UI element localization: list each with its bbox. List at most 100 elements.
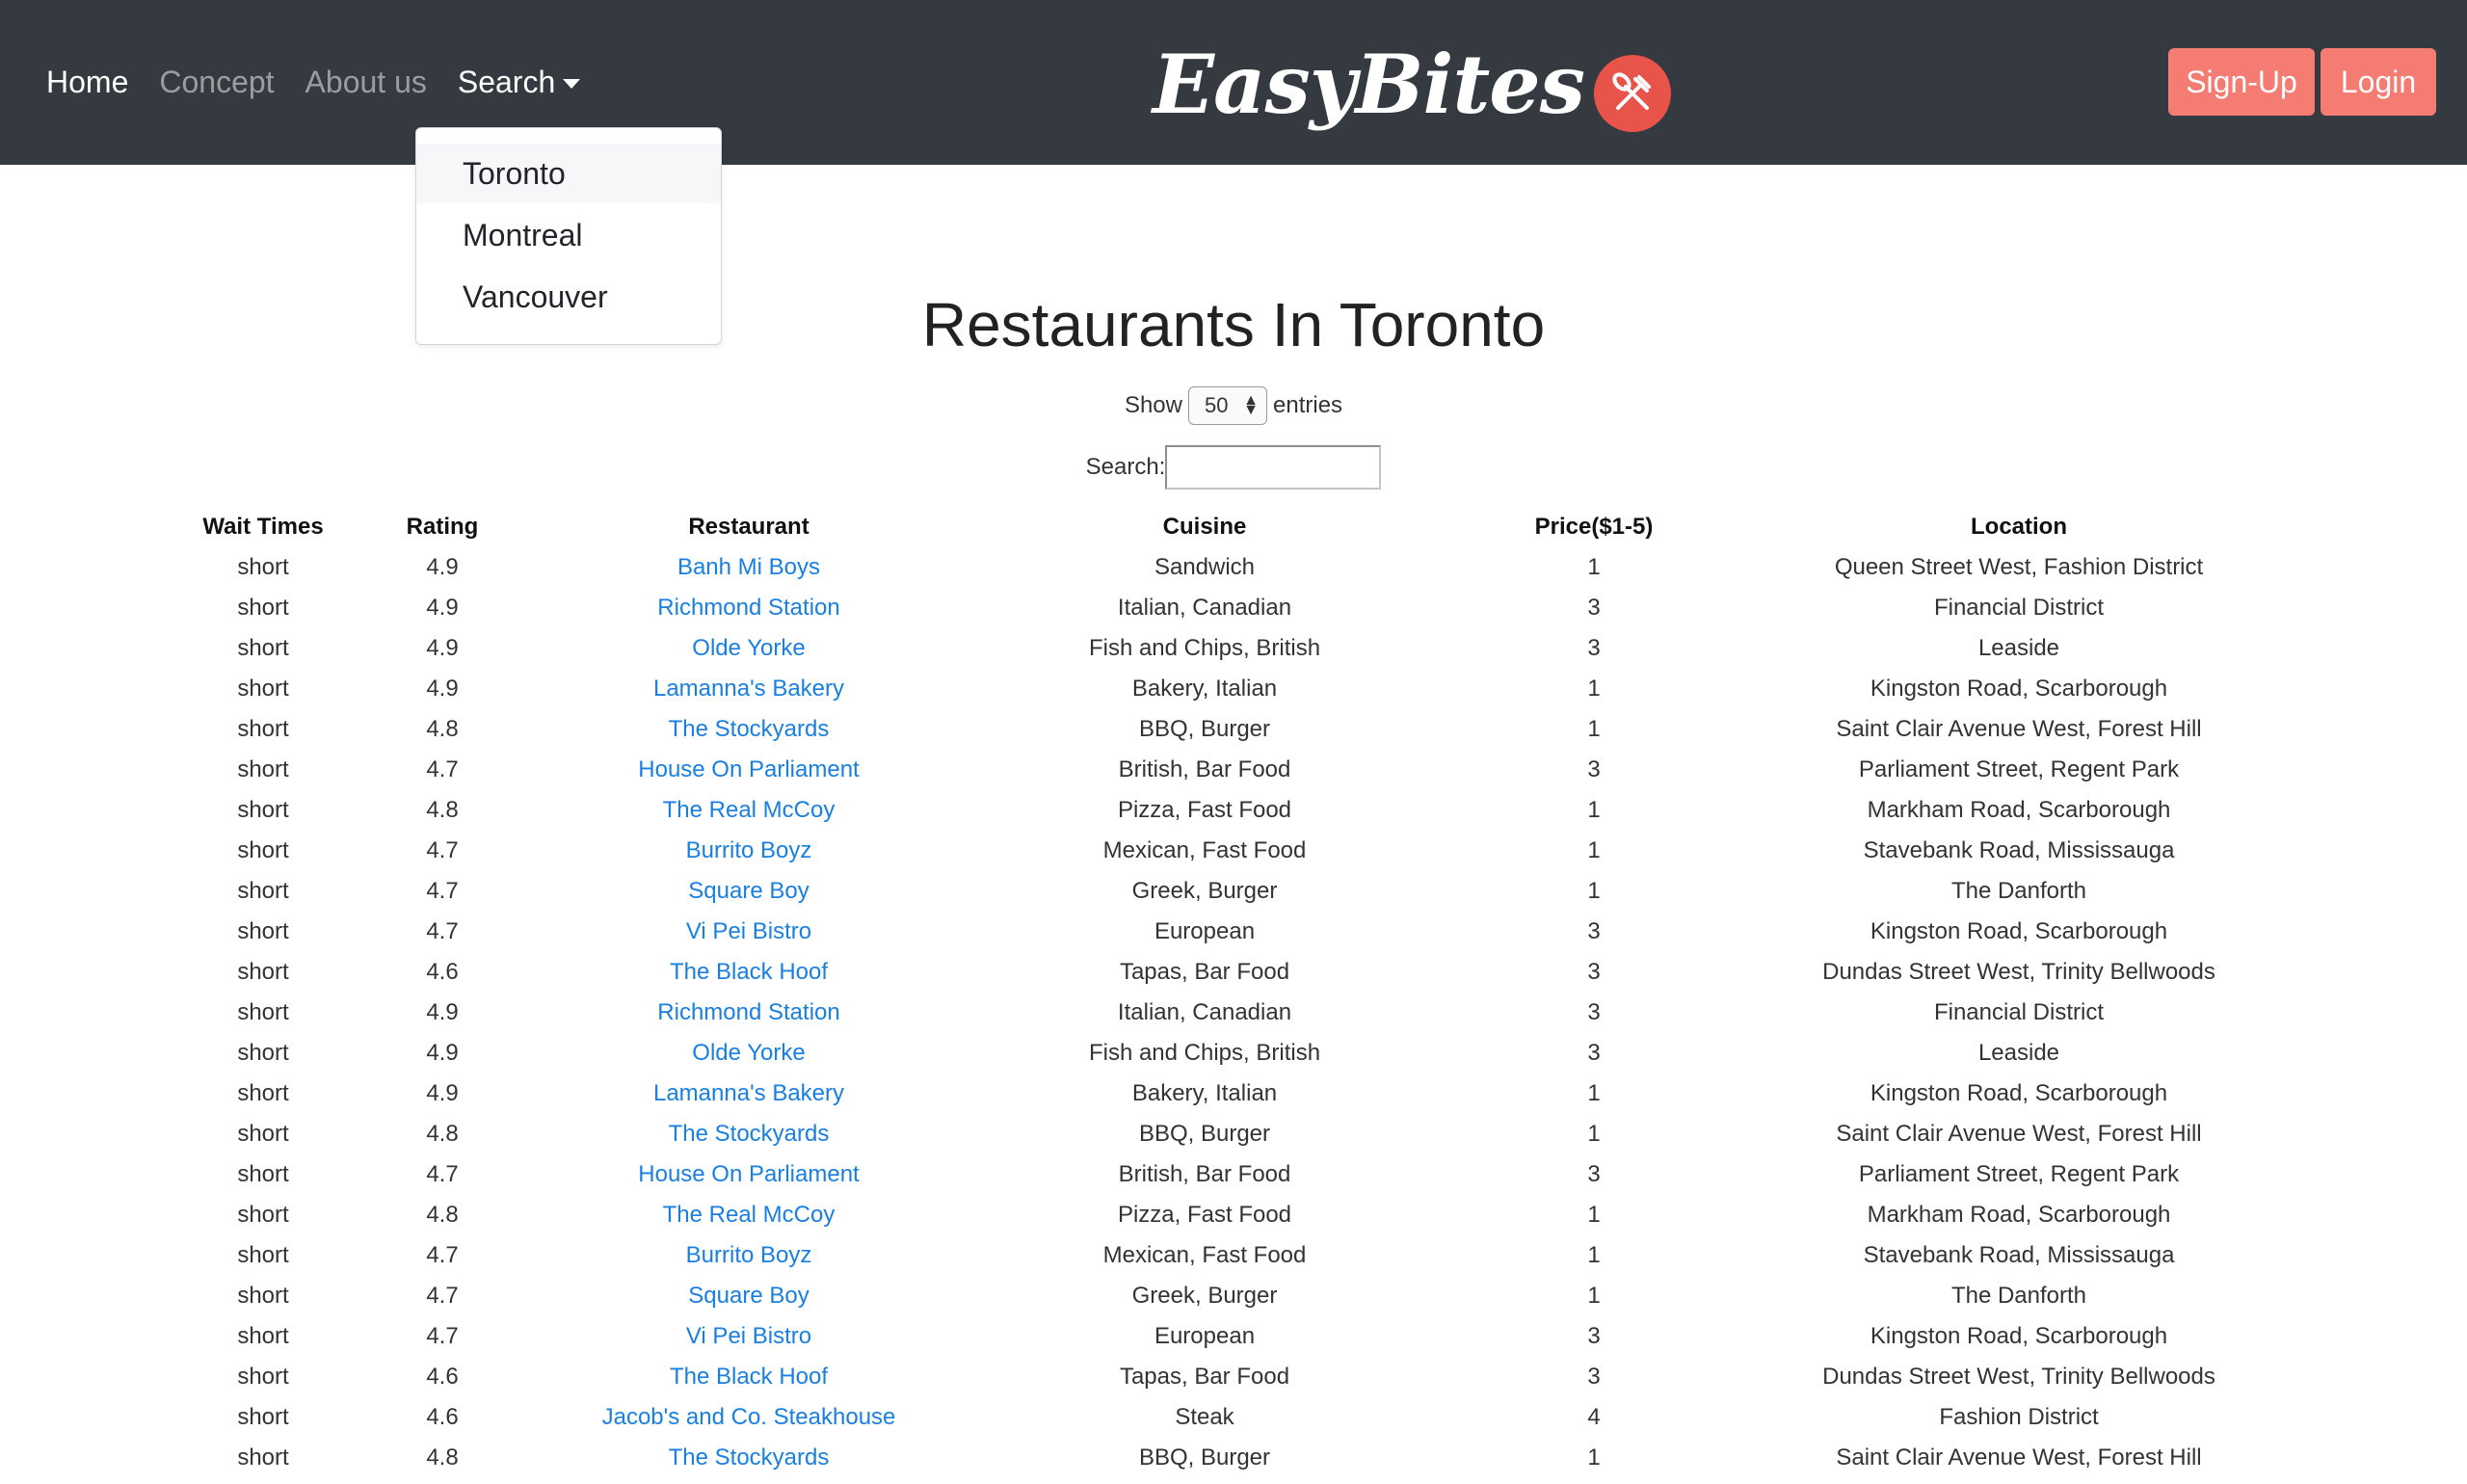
- cell-restaurant-link[interactable]: Vi Pei Bistro: [532, 912, 966, 952]
- cell-location: Leaside: [1977, 1040, 2060, 1066]
- cell-location: Kingston Road, Scarborough: [1870, 1080, 2168, 1106]
- cell-restaurant-link[interactable]: Burrito Boyz: [532, 831, 966, 871]
- nav-about-link[interactable]: About us: [305, 65, 427, 100]
- search-input[interactable]: [1165, 445, 1382, 490]
- nav-concept-link[interactable]: Concept: [159, 65, 274, 100]
- cell-restaurant-link[interactable]: Jacob's and Co. Steakhouse: [532, 1397, 966, 1438]
- cell-price: 3: [1587, 999, 1601, 1025]
- cell-cuisine: Greek, Burger: [1131, 878, 1278, 904]
- cell-rating: 4.6: [426, 1404, 459, 1430]
- entries-label: entries: [1273, 392, 1343, 418]
- table-row: short 4.6 The Black Hoof Tapas, Bar Food 3 Du…: [173, 1357, 2294, 1397]
- cell-wait-time: short: [237, 1404, 289, 1430]
- cell-cuisine: Fish and Chips, British: [1088, 1040, 1321, 1066]
- cell-rating: 4.6: [426, 1364, 459, 1390]
- fork-knife-icon: [1594, 55, 1671, 132]
- cell-price: 1: [1587, 1121, 1601, 1147]
- table-row: short 4.7 Square Boy Greek, Burger 1 The Danf…: [173, 1276, 2294, 1316]
- cell-restaurant-link[interactable]: The Black Hoof: [532, 952, 966, 993]
- cell-cuisine: BBQ, Burger: [1138, 1444, 1271, 1471]
- cell-price: 4: [1587, 1404, 1601, 1430]
- cell-restaurant-link[interactable]: The Stockyards: [532, 709, 966, 750]
- cell-restaurant-link[interactable]: The Real McCoy: [532, 790, 966, 831]
- cell-restaurant-link[interactable]: Square Boy: [532, 1276, 966, 1316]
- cell-location: Leaside: [1977, 635, 2060, 661]
- cell-restaurant-link[interactable]: The Stockyards: [532, 1114, 966, 1154]
- cell-wait-time: short: [237, 756, 289, 782]
- cell-restaurant-link[interactable]: The Real McCoy: [532, 1195, 966, 1235]
- cell-location: The Danforth: [1950, 1283, 2087, 1309]
- cell-location: Stavebank Road, Mississauga: [1863, 837, 2175, 863]
- cell-restaurant-link[interactable]: The Black Hoof: [532, 1357, 966, 1397]
- header-wait-times[interactable]: Wait Times: [173, 507, 353, 547]
- navbar: Home Concept About us Search EasyBites S…: [0, 0, 2467, 165]
- header-price[interactable]: Price($1-5): [1444, 507, 1744, 547]
- cell-cuisine: BBQ, Burger: [1138, 1121, 1271, 1147]
- cell-restaurant-link[interactable]: Lamanna's Bakery: [532, 669, 966, 709]
- cell-cuisine: Mexican, Fast Food: [1102, 1242, 1307, 1268]
- cell-price: 1: [1587, 878, 1601, 904]
- header-restaurant[interactable]: Restaurant: [532, 507, 966, 547]
- table-row: short 4.9 Olde Yorke Fish and Chips, Britis…: [173, 628, 2294, 669]
- cell-rating: 4.8: [426, 1202, 459, 1228]
- cell-rating: 4.9: [426, 1040, 459, 1066]
- cell-restaurant-link[interactable]: House On Parliament: [532, 750, 966, 790]
- cell-price: 1: [1587, 837, 1601, 863]
- cell-wait-time: short: [237, 878, 289, 904]
- table-row: short 4.9 Richmond Station Italian, Canadia…: [173, 993, 2294, 1033]
- cell-location: Markham Road, Scarborough: [1867, 1202, 2171, 1228]
- brand-logo-link[interactable]: EasyBites: [1153, 27, 1671, 143]
- table-row: short 4.8 The Stockyards BBQ, Burger 1 Saint …: [173, 709, 2294, 750]
- cell-restaurant-link[interactable]: The Stockyards: [532, 1438, 966, 1478]
- cell-wait-time: short: [237, 1121, 289, 1147]
- cell-restaurant-link[interactable]: Richmond Station: [532, 993, 966, 1033]
- table-row: short 4.7 Burrito Boyz Mexican, Fast Food 1 S…: [173, 831, 2294, 871]
- cell-wait-time: short: [237, 837, 289, 863]
- entries-select[interactable]: 50 ▲ ▼: [1188, 386, 1267, 425]
- header-location[interactable]: Location: [1744, 507, 2294, 547]
- cell-rating: 4.9: [426, 676, 459, 702]
- cell-location: Kingston Road, Scarborough: [1870, 1323, 2168, 1349]
- table-row: short 4.6 Jacob's and Co. Steakhouse Steak 4…: [173, 1397, 2294, 1438]
- cell-cuisine: Bakery, Italian: [1131, 1080, 1278, 1106]
- cell-restaurant-link[interactable]: Olde Yorke: [532, 628, 966, 669]
- cell-restaurant-link[interactable]: Burrito Boyz: [532, 1235, 966, 1276]
- cell-location: Dundas Street West, Trinity Bellwoods: [1822, 959, 2215, 985]
- dropdown-item-montreal[interactable]: Montreal: [416, 205, 721, 265]
- cell-location: Parliament Street, Regent Park: [1858, 756, 2180, 782]
- cell-price: 1: [1587, 716, 1601, 742]
- cell-restaurant-link[interactable]: Square Boy: [532, 871, 966, 912]
- cell-cuisine: Bakery, Italian: [1131, 676, 1278, 702]
- signup-button[interactable]: Sign-Up: [2168, 48, 2315, 116]
- cell-rating: 4.8: [426, 1444, 459, 1471]
- table-row: short 4.8 The Stockyards BBQ, Burger 1 Saint …: [173, 1114, 2294, 1154]
- cell-location: Kingston Road, Scarborough: [1870, 918, 2168, 944]
- cell-cuisine: Italian, Canadian: [1117, 999, 1292, 1025]
- cell-wait-time: short: [237, 918, 289, 944]
- cell-restaurant-link[interactable]: Olde Yorke: [532, 1033, 966, 1073]
- cell-restaurant-link[interactable]: House On Parliament: [532, 1154, 966, 1195]
- table-row: short 4.7 Square Boy Greek, Burger 1 The Danf…: [173, 871, 2294, 912]
- cell-restaurant-link[interactable]: Richmond Station: [532, 588, 966, 628]
- dropdown-item-toronto[interactable]: Toronto: [416, 144, 721, 203]
- cell-cuisine: British, Bar Food: [1118, 1161, 1291, 1187]
- cell-wait-time: short: [237, 1323, 289, 1349]
- cell-rating: 4.7: [426, 756, 459, 782]
- header-rating[interactable]: Rating: [353, 507, 532, 547]
- header-cuisine[interactable]: Cuisine: [966, 507, 1444, 547]
- cell-price: 3: [1587, 918, 1601, 944]
- cell-restaurant-link[interactable]: Vi Pei Bistro: [532, 1316, 966, 1357]
- login-button[interactable]: Login: [2321, 48, 2436, 116]
- cell-rating: 4.9: [426, 1080, 459, 1106]
- cell-wait-time: short: [237, 1080, 289, 1106]
- cell-restaurant-link[interactable]: Banh Mi Boys: [532, 547, 966, 588]
- cell-wait-time: short: [237, 1283, 289, 1309]
- cell-restaurant-link[interactable]: Lamanna's Bakery: [532, 1073, 966, 1114]
- nav-home-link[interactable]: Home: [46, 65, 128, 100]
- nav-search-dropdown-toggle[interactable]: Search: [458, 65, 581, 100]
- table-row: short 4.7 House On Parliament British, Bar …: [173, 1154, 2294, 1195]
- cell-rating: 4.8: [426, 797, 459, 823]
- cell-wait-time: short: [237, 1040, 289, 1066]
- cell-rating: 4.9: [426, 554, 459, 580]
- dropdown-item-vancouver[interactable]: Vancouver: [416, 267, 721, 327]
